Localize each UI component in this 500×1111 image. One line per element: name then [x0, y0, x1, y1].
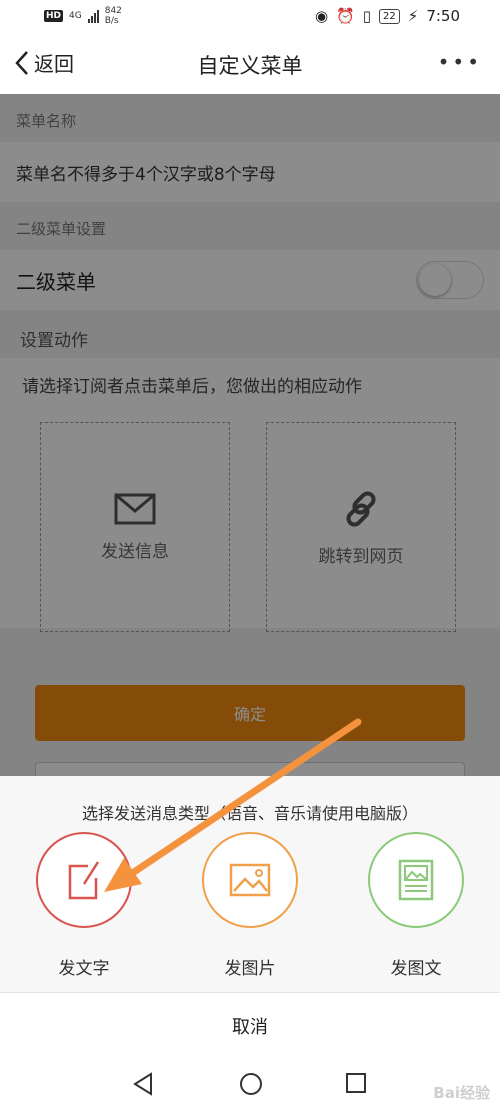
back-triangle-icon[interactable] — [132, 1072, 154, 1096]
hd-badge: HD — [44, 10, 64, 22]
chevron-left-icon — [15, 50, 28, 75]
send-image-text-circle[interactable] — [368, 832, 464, 928]
system-nav-bar: Bai经验 — [0, 1058, 500, 1111]
cancel-button[interactable]: 取消 — [0, 992, 500, 1058]
send-image-text-label: 发图文 — [390, 959, 442, 979]
watermark: Bai经验 — [433, 1084, 490, 1102]
page-title: 自定义菜单 — [197, 54, 303, 78]
home-circle-icon[interactable] — [239, 1072, 263, 1096]
send-text-label: 发文字 — [58, 959, 110, 979]
vibrate-icon: ▯ — [362, 7, 372, 25]
send-image-circle[interactable] — [202, 832, 298, 928]
send-image-text-option[interactable]: 发图文 — [366, 832, 466, 979]
alarm-icon: ⏰ — [336, 7, 355, 25]
battery-icon: 22 — [379, 8, 400, 24]
sheet-title: 选择发送消息类型（语音、音乐请使用电脑版） — [81, 804, 418, 823]
edit-text-icon — [68, 861, 100, 900]
send-image-label: 发图片 — [224, 959, 276, 979]
modal-overlay[interactable] — [0, 94, 500, 776]
status-bar: HD 4G 842 B/s ◉ ⏰ ▯ 22 ⚡ 7:50 — [0, 0, 500, 36]
recent-apps-icon[interactable] — [345, 1072, 367, 1094]
data-rate: 842 B/s — [104, 6, 122, 26]
signal-type: 4G — [69, 10, 82, 21]
send-text-option[interactable]: 发文字 — [34, 832, 134, 979]
signal-bars-icon — [87, 9, 99, 23]
send-text-circle[interactable] — [36, 832, 132, 928]
image-text-icon — [398, 859, 434, 901]
eye-icon: ◉ — [314, 7, 329, 25]
back-button[interactable]: 返回 — [14, 48, 74, 77]
charging-icon: ⚡ — [407, 7, 419, 25]
nav-bar: 返回 自定义菜单 ••• — [0, 36, 500, 94]
send-image-option[interactable]: 发图片 — [200, 832, 300, 979]
more-options-icon[interactable]: ••• — [438, 50, 482, 74]
status-time: 7:50 — [426, 7, 460, 25]
message-type-sheet: 选择发送消息类型（语音、音乐请使用电脑版） 发文字 发图片 发图文 取消 — [0, 776, 500, 1058]
image-icon — [229, 863, 271, 897]
back-label: 返回 — [34, 52, 74, 76]
